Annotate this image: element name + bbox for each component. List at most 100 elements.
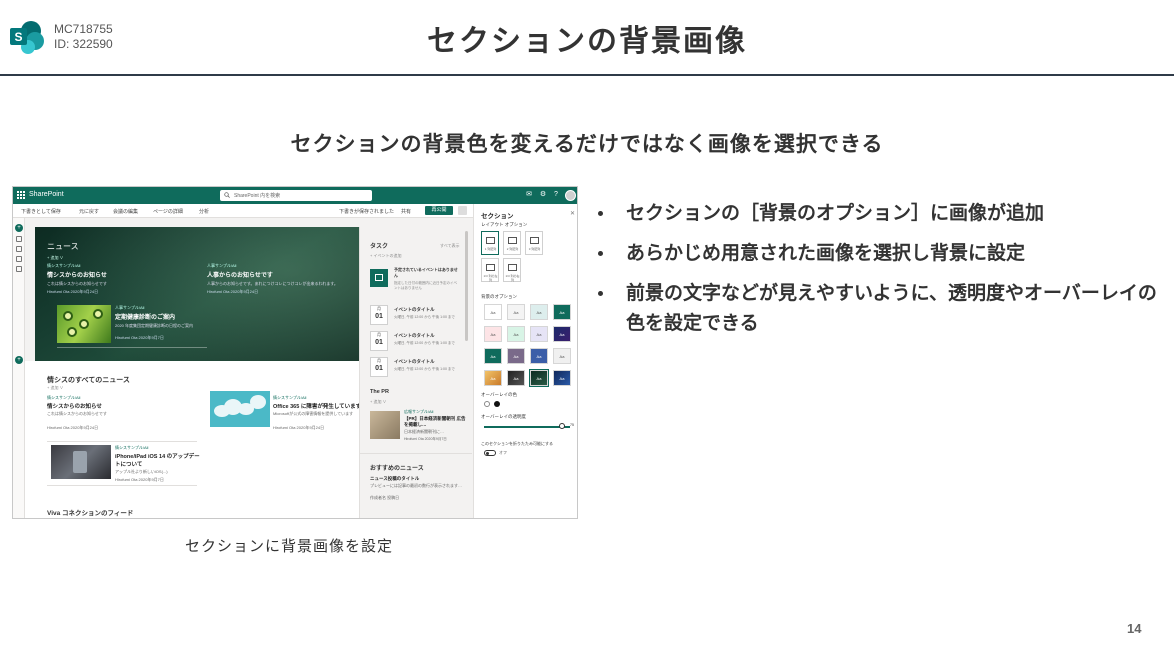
collapsible-toggle[interactable] [484, 450, 496, 456]
event-item[interactable]: 月 01 イベントのタイトル 火曜日, 午前 12:00 から 午後 1:00 ま… [370, 357, 460, 377]
layout-one-third-left[interactable]: 1/3 列の左列 [481, 258, 499, 282]
divider [47, 441, 197, 442]
opacity-slider-thumb[interactable] [559, 423, 565, 429]
add-news-button[interactable]: + 追加 ∨ [47, 385, 64, 391]
chevron-down-icon[interactable] [458, 206, 467, 215]
news-item[interactable]: 人事サンプル/All 定期健康診断のご案内 2020 年度集団定期健康診断の日程… [115, 305, 225, 341]
viva-feed-heading: Viva コネクションのフィード [47, 510, 134, 517]
background-swatch[interactable]: Aa [530, 326, 548, 342]
pane-title: セクション [481, 213, 514, 220]
background-swatch[interactable]: Aa [484, 326, 502, 342]
edit-section-icon[interactable] [16, 236, 22, 242]
sharepoint-screenshot: SharePoint SharePoint 内を検索 ✉ ⚙ ? 下書きとして保… [12, 186, 578, 519]
analytics-button[interactable]: 分析 [199, 208, 209, 215]
gear-icon[interactable]: ⚙ [539, 191, 547, 199]
news-thumbnail[interactable] [210, 391, 270, 427]
app-launcher-icon[interactable] [17, 191, 25, 199]
avatar[interactable] [565, 190, 576, 201]
background-image-swatch[interactable]: Aa [484, 370, 502, 386]
event-item[interactable]: 月 01 イベントのタイトル 火曜日, 午前 12:00 から 午後 1:00 ま… [370, 331, 460, 351]
background-swatch[interactable]: Aa [553, 304, 571, 320]
background-swatch[interactable]: Aa [507, 326, 525, 342]
add-news-button[interactable]: + 追加 ∨ [47, 255, 64, 261]
brand-label[interactable]: SharePoint [29, 191, 64, 198]
divider [360, 453, 472, 454]
help-icon[interactable]: ? [552, 191, 560, 199]
opacity-slider[interactable] [484, 426, 570, 428]
background-swatch[interactable]: Aa [507, 348, 525, 364]
save-draft-button[interactable]: 下書きとして保存 [21, 208, 61, 215]
right-column-webparts: タスク すべて表示 + イベントの追加 予定されているイベントはありません 指定… [359, 227, 472, 518]
background-swatch[interactable]: Aa [484, 304, 502, 320]
news-title: ニュース [47, 242, 79, 251]
background-options-label: 背景のオプション [481, 294, 517, 299]
pr-heading: The PR [370, 389, 389, 395]
share-button[interactable]: 共有 [401, 208, 411, 215]
background-swatch[interactable]: Aa [553, 326, 571, 342]
background-swatch[interactable]: Aa [530, 348, 548, 364]
layout-three-column[interactable]: 3 列配列 [525, 231, 543, 255]
news-item[interactable]: 広報サンプル/All 【PR】日本経済新聞朝刊 広告を掲載し… 日本経済新聞朝刊… [404, 409, 466, 442]
layout-one-column[interactable]: 1 列配列 [481, 231, 499, 255]
layout-two-column[interactable]: 2 列配列 [503, 231, 521, 255]
overlay-color-black[interactable] [494, 401, 500, 407]
news-thumbnail[interactable] [57, 305, 111, 343]
divider [57, 347, 207, 348]
news-thumbnail[interactable] [51, 445, 111, 479]
add-event-button[interactable]: + イベントの追加 [370, 253, 401, 259]
title-divider [0, 74, 1174, 76]
background-swatch[interactable]: Aa [530, 304, 548, 320]
bullet-item: 前景の文字などが見えやすいように、透明度やオーバーレイの色を設定できる [596, 278, 1166, 338]
add-section-icon[interactable]: + [15, 356, 23, 364]
duplicate-section-icon[interactable] [16, 256, 22, 262]
section-background-image[interactable]: ニュース + 追加 ∨ 情シスサンプル/All 情シスからのお知らせ これは情シ… [35, 227, 359, 361]
no-events-desc: 指定した日付の範囲内に近日予定のイベントはありません [394, 281, 457, 290]
edit-meeting-button[interactable]: 会議の編集 [113, 208, 138, 215]
republish-button[interactable]: 再公開 [425, 206, 453, 215]
background-swatch[interactable]: Aa [507, 304, 525, 320]
slide-title: セクションの背景画像 [427, 24, 747, 59]
undo-button[interactable]: 元に戻す [79, 208, 99, 215]
news-thumbnail[interactable] [370, 411, 400, 439]
background-image-swatch-selected[interactable]: Aa [529, 369, 549, 387]
overlay-color-label: オーバーレイの色 [481, 392, 517, 397]
event-date-box: 月 01 [370, 331, 388, 351]
bullet-item: セクションの［背景のオプション］に画像が追加 [596, 198, 1166, 228]
see-all-link[interactable]: すべて表示 [440, 243, 460, 249]
news-item[interactable]: 情シスサンプル/All Office 365 に障害が発生しています Micro… [273, 395, 361, 431]
section-property-pane: セクション ✕ レイアウト オプション 1 列配列 2 列配列 3 列配列 1/… [473, 204, 577, 518]
move-section-icon[interactable] [16, 246, 22, 252]
event-item[interactable]: 月 01 イベントのタイトル 火曜日, 午前 12:00 から 午後 1:00 ま… [370, 305, 460, 325]
sharepoint-topbar: SharePoint SharePoint 内を検索 ✉ ⚙ ? [13, 187, 577, 204]
recommended-heading: おすすめのニュース [370, 466, 424, 472]
news-item[interactable]: 情シスサンプル/All 情シスからのお知らせ これは情シスからのお知らせです H… [47, 263, 187, 295]
close-icon[interactable]: ✕ [570, 210, 575, 217]
toggle-state: オフ [499, 450, 507, 455]
screenshot-caption: セクションに背景画像を設定 [185, 537, 394, 555]
event-date-box: 月 01 [370, 305, 388, 325]
news-item[interactable]: ニュース投稿のタイトル プレビューには記事の最初の数行が表示されます… 作成者名… [370, 475, 466, 501]
search-input[interactable]: SharePoint 内を検索 [220, 190, 372, 201]
news-item[interactable]: 人事サンプル/All 人事からのお知らせです 人事からのお知らせです。あれにつけ… [207, 263, 357, 295]
divider [47, 485, 197, 486]
bullet-list: セクションの［背景のオプション］に画像が追加 あらかじめ用意された画像を選択し背… [596, 198, 1166, 348]
delete-section-icon[interactable] [16, 266, 22, 272]
overlay-color-white[interactable] [484, 401, 490, 407]
opacity-value: 75 [570, 423, 574, 427]
scrollbar[interactable] [465, 231, 468, 341]
page-details-button[interactable]: ページの詳細 [153, 208, 183, 215]
news-item[interactable]: 情シスサンプル/All 情シスからのお知らせ これは情シスからのお知らせです H… [47, 395, 197, 431]
background-image-swatch[interactable]: Aa [507, 370, 525, 386]
add-section-icon[interactable]: + [15, 224, 23, 232]
tasks-heading: タスク [370, 244, 389, 250]
news-item[interactable]: 情シスサンプル/All iPhone/iPad iOS 14 のアップデートにつ… [115, 445, 205, 483]
all-news-section: 情シスのすべてのニュース + 追加 ∨ 情シスサンプル/All 情シスからのお知… [25, 361, 361, 518]
layout-one-third-right[interactable]: 1/3 列の右列 [503, 258, 521, 282]
layout-options-label: レイアウト オプション [481, 222, 528, 227]
background-image-swatch[interactable]: Aa [553, 370, 571, 386]
background-swatch[interactable]: Aa [553, 348, 571, 364]
chat-icon[interactable]: ✉ [525, 191, 533, 199]
background-swatch[interactable]: Aa [484, 348, 502, 364]
add-pr-button[interactable]: + 追加 ∨ [370, 399, 387, 405]
slide-subtitle: セクションの背景色を変えるだけではなく画像を選択できる [290, 132, 884, 156]
